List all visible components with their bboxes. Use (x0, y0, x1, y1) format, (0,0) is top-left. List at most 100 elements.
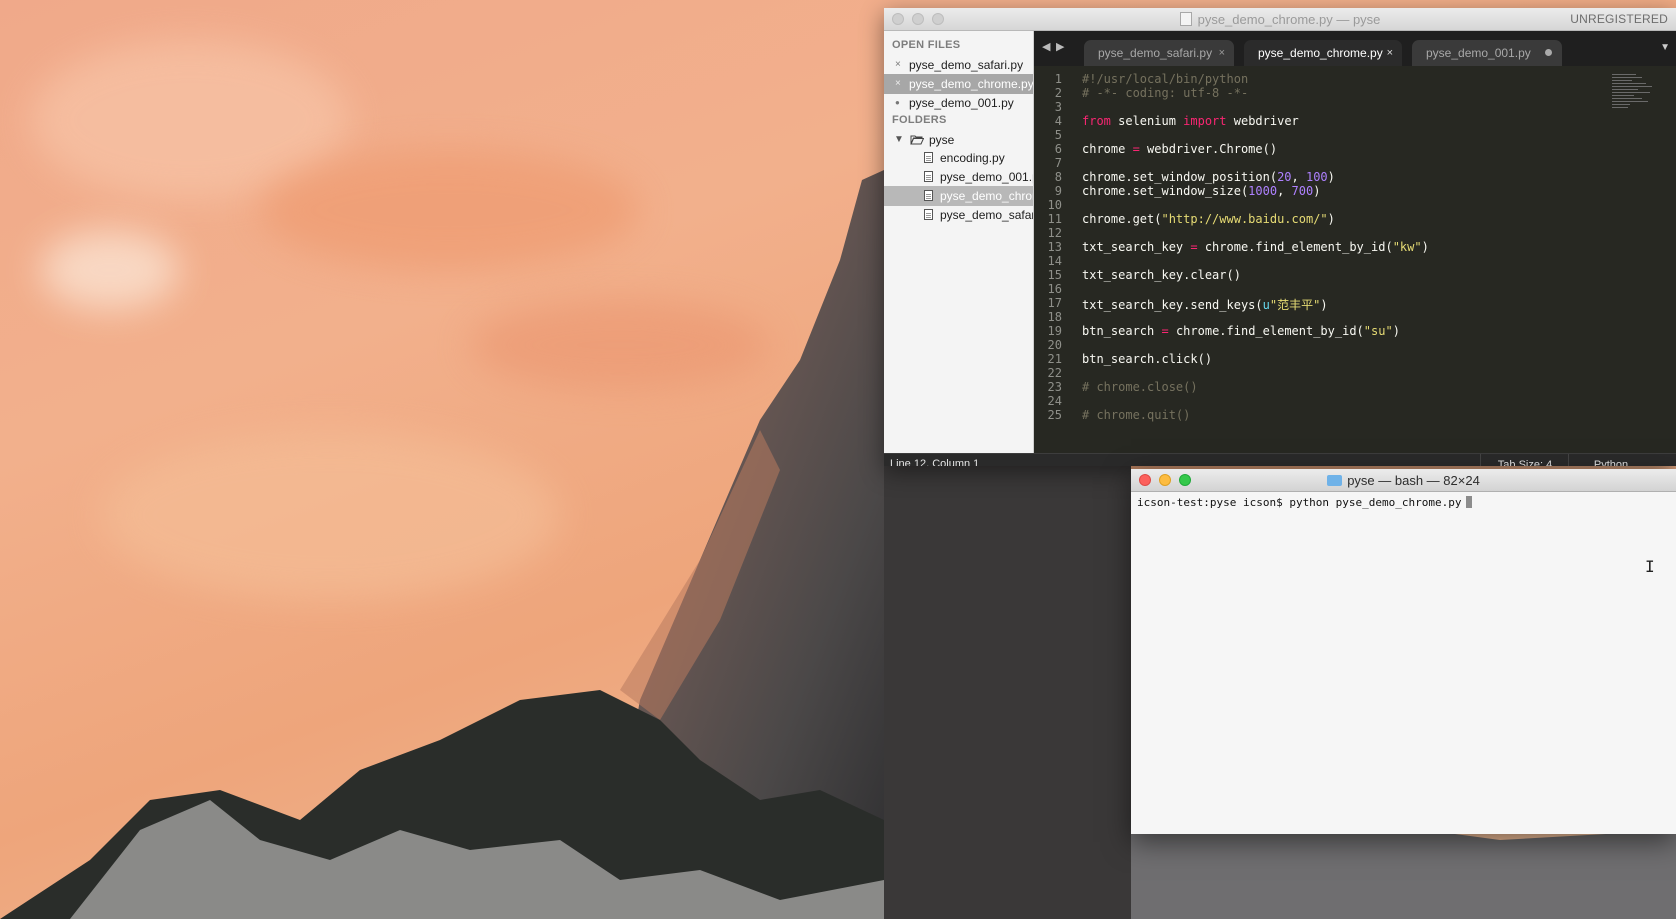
code-number: 20 (1277, 170, 1292, 184)
folders-heading: FOLDERS (892, 114, 947, 126)
code-token: ) (1320, 298, 1328, 312)
code-string: "su" (1363, 324, 1393, 338)
code-token: btn_search (1082, 324, 1162, 338)
code-token: ) (1327, 212, 1335, 226)
code-token: ) (1327, 170, 1335, 184)
folder-file-label: pyse_demo_001.py (940, 170, 1033, 184)
open-folder-icon (910, 135, 924, 145)
tab-close-icon[interactable]: × (1387, 40, 1393, 66)
code-line: # -*- coding: utf-8 -*- (1082, 86, 1249, 100)
tab-pyse-demo-001[interactable]: pyse_demo_001.py (1412, 40, 1562, 66)
code-token: chrome.set_window_size( (1082, 184, 1249, 198)
line-number: 23 (1047, 380, 1062, 394)
line-number: 16 (1047, 282, 1062, 296)
tab-label: pyse_demo_001.py (1426, 46, 1531, 60)
code-keyword: from (1082, 114, 1111, 128)
code-line: chrome = webdriver.Chrome() (1082, 142, 1277, 156)
tab-close-icon[interactable]: × (1219, 40, 1225, 66)
sublime-titlebar[interactable]: pyse_demo_chrome.py — pyse UNREGISTERED (884, 8, 1676, 31)
code-token: selenium (1110, 114, 1184, 128)
code-token: ) (1313, 184, 1321, 198)
line-number: 19 (1047, 324, 1062, 338)
folder-file-item[interactable]: pyse_demo_safari.py (884, 205, 1033, 225)
code-line: txt_search_key.send_keys(u"范丰平") (1082, 296, 1328, 313)
line-number-gutter: 1 2 3 4 5 6 7 8 9 10 11 12 13 14 15 16 17 18 19 20 21 22 23 24 2… (1034, 66, 1074, 453)
code-line: chrome.set_window_position(20, 100) (1082, 170, 1335, 184)
minimap[interactable] (1612, 74, 1662, 124)
ibeam-cursor-icon: I (1645, 557, 1655, 576)
code-token: webdriver (1226, 114, 1299, 128)
code-number: 700 (1291, 184, 1314, 198)
close-file-icon[interactable]: × (895, 74, 905, 94)
code-token: chrome.find_element_by_id( (1168, 324, 1364, 338)
folder-item-pyse[interactable]: ▼ pyse (884, 130, 1033, 150)
line-number: 12 (1047, 226, 1062, 240)
code-line: # chrome.quit() (1082, 408, 1191, 422)
line-number: 9 (1054, 184, 1062, 198)
cursor-position: Line 12, Column 1 (890, 458, 980, 466)
tab-pyse-demo-safari[interactable]: pyse_demo_safari.py × (1084, 40, 1234, 66)
line-number: 5 (1054, 128, 1062, 142)
code-line: # chrome.close() (1082, 380, 1198, 394)
code-string-prefix: u (1262, 298, 1270, 312)
line-number: 11 (1047, 212, 1062, 226)
code-number: 1000 (1248, 184, 1278, 198)
code-operator: = (1132, 142, 1140, 156)
file-icon (924, 152, 933, 163)
line-number: 3 (1054, 100, 1062, 114)
code-keyword: import (1183, 114, 1227, 128)
terminal-titlebar[interactable]: pyse — bash — 82×24 (1131, 469, 1676, 492)
terminal-prompt-line: icson-test:pyse icson$ python pyse_demo_… (1137, 496, 1472, 509)
disclosure-triangle-icon[interactable]: ▼ (894, 130, 904, 150)
code-token: chrome (1082, 142, 1133, 156)
close-file-icon[interactable]: × (895, 55, 905, 75)
valley-rocks (1131, 820, 1676, 919)
folder-file-item[interactable]: encoding.py (884, 148, 1033, 168)
line-number: 17 (1047, 296, 1062, 310)
open-file-item[interactable]: ● pyse_demo_001.py (884, 93, 1033, 113)
code-line: #!/usr/local/bin/python (1082, 72, 1249, 86)
line-number: 2 (1054, 86, 1062, 100)
open-file-label: pyse_demo_safari.py (909, 58, 1024, 72)
folder-label: pyse (929, 133, 955, 147)
terminal-title: pyse — bash — 82×24 (1131, 473, 1676, 488)
code-editor[interactable]: 1 2 3 4 5 6 7 8 9 10 11 12 13 14 15 16 17 18 19 20 21 22 23 24 2… (1034, 66, 1676, 453)
folder-file-item-active[interactable]: pyse_demo_chrome.py (884, 186, 1033, 206)
code-operator: = (1190, 240, 1198, 254)
document-icon (1179, 12, 1192, 26)
line-number: 13 (1047, 240, 1062, 254)
line-number: 6 (1054, 142, 1062, 156)
syntax-selector[interactable]: Python (1568, 454, 1653, 466)
sidebar: OPEN FILES × pyse_demo_safari.py × pyse_… (884, 31, 1034, 453)
code-token: txt_search_key (1082, 240, 1191, 254)
code-token: chrome.get( (1082, 212, 1162, 226)
open-file-item-active[interactable]: × pyse_demo_chrome.py (884, 74, 1033, 94)
code-token: chrome.set_window_position( (1082, 170, 1278, 184)
code-line: chrome.get("http://www.baidu.com/") (1082, 212, 1335, 226)
code-token: , (1277, 184, 1292, 198)
tab-back-icon[interactable]: ◀ (1042, 40, 1050, 53)
code-line: txt_search_key = chrome.find_element_by_… (1082, 240, 1429, 254)
status-bar: Line 12, Column 1 Tab Size: 4 Python (884, 453, 1676, 466)
line-number: 7 (1054, 156, 1062, 170)
line-number: 25 (1047, 408, 1062, 422)
code-token: txt_search_key.send_keys( (1082, 298, 1263, 312)
tab-forward-icon[interactable]: ▶ (1056, 40, 1064, 53)
code-token: , (1291, 170, 1306, 184)
line-number: 10 (1047, 198, 1062, 212)
line-number: 21 (1047, 352, 1062, 366)
folder-file-item[interactable]: pyse_demo_001.py (884, 167, 1033, 187)
tab-pyse-demo-chrome[interactable]: pyse_demo_chrome.py × (1244, 40, 1402, 66)
code-token: webdriver.Chrome() (1139, 142, 1278, 156)
code-string: "范丰平" (1269, 298, 1321, 312)
terminal-content[interactable]: icson-test:pyse icson$ python pyse_demo_… (1131, 492, 1676, 834)
tab-overflow-menu-icon[interactable]: ▼ (1660, 42, 1670, 53)
terminal-title-text: pyse — bash — 82×24 (1347, 473, 1480, 488)
open-files-heading: OPEN FILES (892, 39, 961, 51)
unsaved-dot-icon (1545, 49, 1552, 56)
tab-size-selector[interactable]: Tab Size: 4 (1480, 454, 1569, 466)
tab-bar: ◀ ▶ pyse_demo_safari.py × pyse_demo_chro… (1034, 31, 1676, 66)
code-number: 100 (1305, 170, 1328, 184)
open-file-item[interactable]: × pyse_demo_safari.py (884, 55, 1033, 75)
tab-label: pyse_demo_chrome.py (1258, 46, 1383, 60)
